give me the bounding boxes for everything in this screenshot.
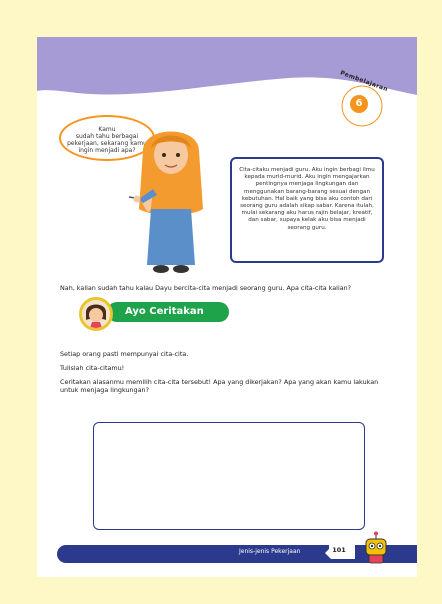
dayu-statement-box: Cita-citaku menjadi guru. Aku ingin berb…: [230, 157, 384, 263]
robot-mascot-icon: [365, 531, 387, 564]
section-banner: Ayo Ceritakan: [79, 297, 239, 331]
textbook-page: Pembelajaran 6 Kamu sudah tahu berbagai …: [37, 37, 417, 577]
paragraph: Tulislah cita-citamu!: [60, 364, 125, 372]
paragraph: Ceritakan alasanmu memilih cita-cita ter…: [60, 378, 379, 394]
intro-text: Nah, kalian sudah tahu kalau Dayu bercit…: [60, 284, 352, 292]
section-title: Ayo Ceritakan: [125, 306, 204, 317]
paragraph: Setiap orang pasti mempunyai cita-cita.: [60, 350, 189, 358]
footer-chapter: Jenis-jenis Pekerjaan: [239, 548, 301, 555]
girl-avatar-icon: [79, 297, 113, 331]
girl-illustration: [128, 131, 203, 273]
lesson-number: 6: [350, 95, 368, 113]
answer-box[interactable]: [93, 422, 365, 530]
dayu-statement: Cita-citaku menjadi guru. Aku ingin berb…: [239, 167, 375, 231]
page-number: 101: [332, 546, 346, 554]
